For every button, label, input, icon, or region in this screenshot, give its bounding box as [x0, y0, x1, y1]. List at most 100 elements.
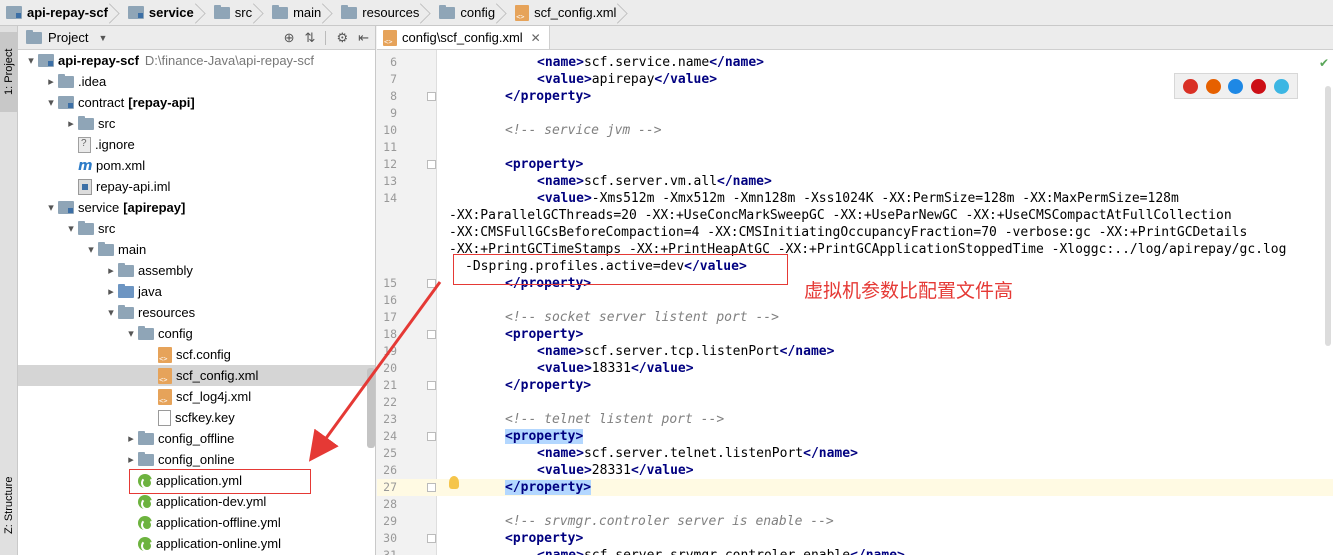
tree-item[interactable]: ▾ main — [18, 239, 375, 260]
chevron-down-icon[interactable]: ▾ — [44, 96, 58, 109]
code-line[interactable]: 9 — [377, 105, 1333, 122]
opera-icon[interactable] — [1251, 78, 1267, 94]
code-line[interactable]: 30 <property> — [377, 530, 1333, 547]
fold-marker-icon[interactable] — [427, 279, 436, 288]
code-line[interactable]: 13 <name>scf.server.vm.all</name> — [377, 173, 1333, 190]
project-tool-window-tab[interactable]: 1: Project — [0, 32, 18, 112]
tree-item[interactable]: ▸scf_log4j.xml — [18, 386, 375, 407]
tree-item[interactable]: ▾ resources — [18, 302, 375, 323]
breadcrumb-item[interactable]: main — [266, 0, 327, 26]
chevron-down-icon[interactable]: ▾ — [24, 54, 38, 67]
code-line[interactable]: 17 <!-- socket server listent port --> — [377, 309, 1333, 326]
code-line[interactable]: 31 <name>scf.server.srvmgr.controler.enab… — [377, 547, 1333, 555]
chrome-icon[interactable] — [1182, 78, 1198, 94]
folder-icon — [213, 4, 230, 19]
chevron-right-icon[interactable]: ▸ — [124, 453, 138, 466]
chevron-down-icon[interactable]: ▾ — [124, 327, 138, 340]
collapse-all-icon[interactable]: ⇅ — [305, 30, 316, 46]
tree-item[interactable]: ▸ .idea — [18, 71, 375, 92]
hide-icon[interactable]: ⇤ — [358, 30, 369, 46]
code-line[interactable]: -XX:CMSFullGCsBeforeCompaction=4 -XX:CMS… — [377, 224, 1333, 241]
tree-item-label: contract — [78, 95, 125, 110]
chevron-down-icon[interactable]: ▼ — [98, 33, 107, 43]
code-line[interactable]: 12 <property> — [377, 156, 1333, 173]
code-line[interactable]: 14 <value>-Xms512m -Xmx512m -Xmn128m -Xss… — [377, 190, 1333, 207]
chevron-right-icon[interactable]: ▸ — [44, 75, 58, 88]
structure-tool-window-tab[interactable]: Z: Structure — [0, 458, 18, 552]
resources-folder-icon — [118, 304, 134, 319]
chevron-right-icon[interactable]: ▸ — [104, 264, 118, 277]
tree-item-label: scf_config.xml — [176, 368, 259, 383]
code-line[interactable]: 28 — [377, 496, 1333, 513]
code-line[interactable]: 20 <value>18331</value> — [377, 360, 1333, 377]
chevron-down-icon[interactable]: ▾ — [64, 222, 78, 235]
breadcrumb-item[interactable]: src — [208, 0, 258, 26]
code-line[interactable]: 23 <!-- telnet listent port --> — [377, 411, 1333, 428]
chevron-down-icon[interactable]: ▾ — [104, 306, 118, 319]
project-view-selector[interactable]: Project — [48, 30, 88, 45]
code-line[interactable]: 24 <property> — [377, 428, 1333, 445]
scrollbar[interactable] — [367, 368, 375, 448]
tree-item[interactable]: ▸ assembly — [18, 260, 375, 281]
code-line[interactable]: 25 <name>scf.server.telnet.listenPort</na… — [377, 445, 1333, 462]
tree-item[interactable]: ▾ service [apirepay] — [18, 197, 375, 218]
code-line[interactable]: -XX:ParallelGCThreads=20 -XX:+UseConcMar… — [377, 207, 1333, 224]
fold-marker-icon[interactable] — [427, 432, 436, 441]
locate-icon[interactable]: ⊕ — [284, 30, 295, 46]
line-number: 10 — [383, 123, 397, 137]
fold-marker-icon[interactable] — [427, 381, 436, 390]
ignore-file-icon — [78, 136, 91, 153]
gear-icon[interactable]: ⚙ — [336, 30, 348, 46]
tree-item[interactable]: ▸repay-api.iml — [18, 176, 375, 197]
fold-marker-icon[interactable] — [427, 160, 436, 169]
fold-marker-icon[interactable] — [427, 92, 436, 101]
breadcrumb-item[interactable]: config — [433, 0, 501, 26]
chevron-down-icon[interactable]: ▾ — [84, 243, 98, 256]
tree-item[interactable]: ▾ api-repay-scf D:\finance-Java\api-repay-… — [18, 50, 375, 71]
code-line[interactable]: 29 <!-- srvmgr.controler server is enable… — [377, 513, 1333, 530]
code-line[interactable]: 22 — [377, 394, 1333, 411]
fold-marker-icon[interactable] — [427, 483, 436, 492]
chevron-right-icon[interactable]: ▸ — [124, 432, 138, 445]
breadcrumb-item[interactable]: resources — [335, 0, 425, 26]
code-line[interactable]: 19 <name>scf.server.tcp.listenPort</name> — [377, 343, 1333, 360]
tree-item[interactable]: ▸ src — [18, 113, 375, 134]
ie-icon[interactable] — [1274, 78, 1290, 94]
tree-item[interactable]: ▸application-offline.yml — [18, 512, 375, 533]
chevron-right-icon[interactable]: ▸ — [104, 285, 118, 298]
tree-item[interactable]: ▸ config_online — [18, 449, 375, 470]
close-icon[interactable]: ✕ — [531, 31, 541, 45]
editor-scrollbar[interactable] — [1325, 86, 1331, 346]
code-line[interactable]: 18 <property> — [377, 326, 1333, 343]
tree-item[interactable]: ▸application-online.yml — [18, 533, 375, 554]
tree-item[interactable]: ▸application-dev.yml — [18, 491, 375, 512]
code-line[interactable]: 10 <!-- service jvm --> — [377, 122, 1333, 139]
code-line[interactable]: 26 <value>28331</value> — [377, 462, 1333, 479]
tree-item[interactable]: ▸.ignore — [18, 134, 375, 155]
tree-item[interactable]: ▸scf.config — [18, 344, 375, 365]
tree-item[interactable]: ▾ config — [18, 323, 375, 344]
code-line[interactable]: 6 <name>scf.service.name</name> — [377, 54, 1333, 71]
chevron-right-icon[interactable]: ▸ — [64, 117, 78, 130]
tree-item[interactable]: ▾ src — [18, 218, 375, 239]
tree-item[interactable]: ▸ java — [18, 281, 375, 302]
breadcrumb-item[interactable]: service — [122, 0, 200, 26]
safari-icon[interactable] — [1228, 78, 1244, 94]
firefox-icon[interactable] — [1205, 78, 1221, 94]
code-line[interactable]: 21 </property> — [377, 377, 1333, 394]
fold-marker-icon[interactable] — [427, 534, 436, 543]
chevron-down-icon[interactable]: ▾ — [44, 201, 58, 214]
tree-item[interactable]: ▸scf_config.xml — [18, 365, 375, 386]
tree-item[interactable]: ▾ contract [repay-api] — [18, 92, 375, 113]
breadcrumb-item[interactable]: scf_config.xml — [509, 0, 622, 26]
code-line[interactable]: 11 — [377, 139, 1333, 156]
tree-item[interactable]: ▸scfkey.key — [18, 407, 375, 428]
tree-item[interactable]: ▸mpom.xml — [18, 155, 375, 176]
code-line[interactable]: 27 </property> — [377, 479, 1333, 496]
lightbulb-icon[interactable] — [449, 476, 459, 489]
tree-item[interactable]: ▸ config_offline — [18, 428, 375, 449]
breadcrumb-item[interactable]: api-repay-scf — [0, 0, 114, 26]
code-text: -XX:ParallelGCThreads=20 -XX:+UseConcMar… — [449, 207, 1232, 224]
tab-scf-config-xml[interactable]: config\scf_config.xml ✕ — [377, 26, 550, 49]
fold-marker-icon[interactable] — [427, 330, 436, 339]
